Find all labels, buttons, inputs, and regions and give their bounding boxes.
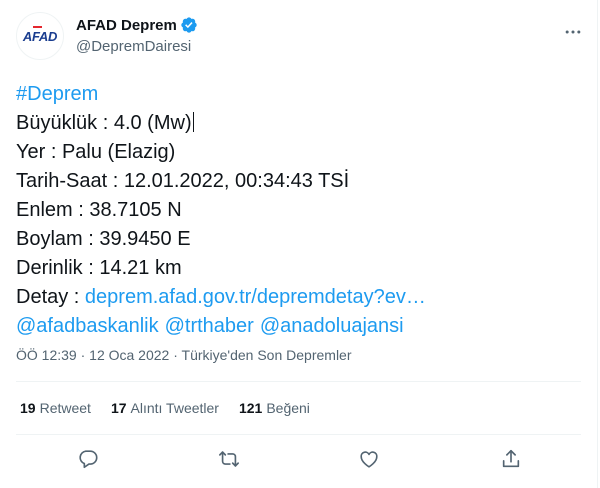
tweet-actions [0, 446, 598, 476]
mention-anadoluajansi[interactable]: @anadoluajansi [260, 315, 404, 337]
name-row: AFAD Deprem [76, 16, 198, 34]
tweet-line-latitude: Enlem : 38.7105 N [16, 199, 182, 221]
tweet-text: #Deprem Büyüklük : 4.0 (Mw) Yer : Palu (… [16, 80, 426, 341]
heart-icon [360, 451, 378, 468]
tweet-source[interactable]: Türkiye'den Son Depremler [182, 347, 352, 363]
retweet-button[interactable] [218, 448, 240, 470]
detail-link[interactable]: deprem.afad.gov.tr/depremdetay?ev… [85, 286, 426, 308]
likes-count: 121 [238, 400, 263, 416]
tweet-line-depth: Derinlik : 14.21 km [16, 257, 182, 279]
meta-separator: · [169, 347, 182, 363]
verified-badge-icon [181, 17, 197, 33]
detail-label: Detay : [16, 286, 85, 308]
divider [16, 434, 581, 435]
quotes-label: Alıntı Tweetler [130, 400, 219, 416]
mentions-row: @afadbaskanlik @trthaber @anadoluajansi [16, 312, 426, 341]
tweet-time[interactable]: ÖÖ 12:39 [16, 347, 77, 363]
quotes-stat[interactable]: 17 Alıntı Tweetler [111, 400, 219, 416]
share-icon [502, 449, 520, 468]
reply-button[interactable] [77, 448, 99, 470]
retweets-count: 19 [20, 400, 36, 416]
afad-logo: AFAD [23, 25, 57, 44]
mention-afadbaskanlik[interactable]: @afadbaskanlik [16, 315, 159, 337]
likes-label: Beğeni [266, 400, 310, 416]
tweet-date[interactable]: 12 Oca 2022 [89, 347, 169, 363]
tweet-line-datetime: Tarih-Saat : 12.01.2022, 00:34:43 TSİ [16, 170, 350, 192]
tweet-line-longitude: Boylam : 39.9450 E [16, 228, 191, 250]
tweet-stats: 19 Retweet 17 Alıntı Tweetler 121 Beğeni [20, 400, 330, 416]
mention-trthaber[interactable]: @trthaber [165, 315, 254, 337]
like-button[interactable] [358, 448, 380, 470]
tweet-card: AFAD AFAD Deprem @DepremDairesi #Deprem … [0, 0, 598, 488]
retweet-icon [219, 451, 239, 467]
more-icon[interactable] [563, 22, 583, 42]
retweets-stat[interactable]: 19 Retweet [20, 400, 91, 416]
divider [16, 381, 581, 382]
reply-icon [79, 450, 98, 469]
share-button[interactable] [500, 448, 522, 470]
tweet-line-location: Yer : Palu (Elazig) [16, 141, 176, 163]
likes-stat[interactable]: 121 Beğeni [239, 400, 310, 416]
tweet-meta: ÖÖ 12:39 · 12 Oca 2022 · Türkiye'den Son… [16, 347, 352, 363]
avatar[interactable]: AFAD [16, 12, 64, 60]
quotes-count: 17 [110, 400, 127, 416]
meta-separator: · [76, 347, 90, 363]
handle[interactable]: @DepremDairesi [76, 38, 191, 55]
tweet-line-magnitude: Büyüklük : 4.0 (Mw) [16, 112, 192, 134]
text-cursor [192, 112, 194, 132]
retweets-label: Retweet [39, 400, 91, 416]
display-name[interactable]: AFAD Deprem [76, 17, 177, 34]
hashtag-link[interactable]: #Deprem [16, 83, 98, 105]
